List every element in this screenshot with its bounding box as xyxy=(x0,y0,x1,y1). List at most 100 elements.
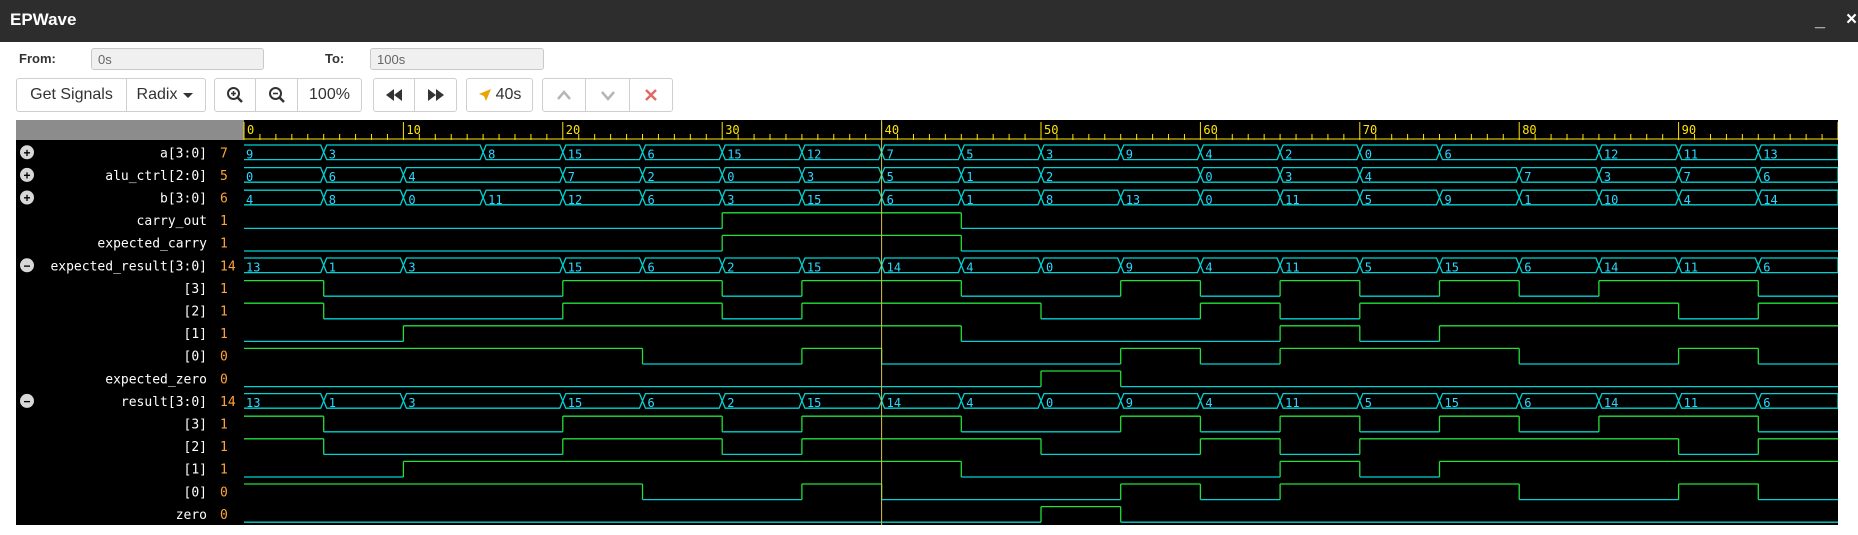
waveform-canvas[interactable]: 0 10 20 30 40 50 60 70 80 90+ a[3:0] 7 9 3 8 15 6 15 12 7 5 3… xyxy=(16,120,1838,525)
bus-value-label: 15 xyxy=(1445,396,1459,410)
signal-name: [3] xyxy=(184,282,207,297)
bus-value-label: 9 xyxy=(1445,193,1452,207)
bus-value-label: 15 xyxy=(568,396,582,410)
bus-value-label: 12 xyxy=(568,193,582,207)
bus-value-label: 0 xyxy=(1205,193,1212,207)
bus-segment xyxy=(1438,144,1600,161)
signal-value: 0 xyxy=(220,350,228,365)
bus-value-label: 1 xyxy=(329,261,336,275)
bus-value-label: 4 xyxy=(1205,148,1212,162)
bus-value-label: 12 xyxy=(807,148,821,162)
bus-value-label: 1 xyxy=(1524,193,1531,207)
radix-button[interactable]: Radix xyxy=(127,78,206,112)
bus-value-label: 5 xyxy=(966,148,973,162)
bus-value-label: 8 xyxy=(329,193,336,207)
bus-value-label: 14 xyxy=(887,396,901,410)
get-signals-button[interactable]: Get Signals xyxy=(16,78,127,112)
bus-value-label: 6 xyxy=(648,261,655,275)
chevron-up-icon xyxy=(557,90,571,100)
expander-glyph: − xyxy=(23,394,30,408)
bus-value-label: 15 xyxy=(568,148,582,162)
signal-value: 0 xyxy=(220,485,228,500)
expander-glyph: + xyxy=(23,146,30,160)
previous-edge-button[interactable] xyxy=(373,78,415,112)
bus-value-label: 4 xyxy=(1365,170,1372,184)
bus-value-label: 11 xyxy=(1684,396,1698,410)
bus-value-label: 11 xyxy=(1285,396,1299,410)
bus-value-label: 6 xyxy=(887,193,894,207)
signal-order-button-group xyxy=(542,78,673,112)
bus-value-label: 5 xyxy=(1365,396,1372,410)
signal-name: [3] xyxy=(184,418,207,433)
signal-value: 0 xyxy=(220,372,228,387)
signal-name: [0] xyxy=(184,350,207,365)
bus-value-label: 11 xyxy=(1285,261,1299,275)
bus-value-label: 13 xyxy=(246,261,260,275)
fast-backward-icon xyxy=(386,89,402,101)
signal-value: 1 xyxy=(220,463,228,478)
bus-value-label: 12 xyxy=(1604,148,1618,162)
bus-value-label: 6 xyxy=(1763,396,1770,410)
bus-value-label: 15 xyxy=(807,261,821,275)
bus-value-label: 7 xyxy=(568,170,575,184)
zoom-out-button[interactable] xyxy=(256,78,298,112)
bus-value-label: 15 xyxy=(807,396,821,410)
to-input[interactable]: 100s xyxy=(370,48,544,70)
remove-signal-button[interactable] xyxy=(630,78,673,112)
signal-name: [0] xyxy=(184,485,207,500)
move-down-button[interactable] xyxy=(586,78,630,112)
signals-button-group: Get Signals Radix xyxy=(16,78,206,112)
signal-name: expected_zero xyxy=(105,372,207,387)
bus-value-label: 4 xyxy=(1205,396,1212,410)
bus-value-label: 5 xyxy=(887,170,894,184)
bus-value-label: 7 xyxy=(887,148,894,162)
cursor-time-label: 40s xyxy=(495,86,522,103)
signal-value: 1 xyxy=(220,237,228,252)
window-title: EPWave xyxy=(10,10,77,29)
bus-segment xyxy=(244,144,325,161)
bus-segment xyxy=(402,257,564,274)
signal-value: 1 xyxy=(220,327,228,342)
cursor-button-group: 40s xyxy=(466,78,533,112)
signal-value: 14 xyxy=(220,395,236,410)
bus-segment xyxy=(1359,166,1520,183)
from-input[interactable]: 0s xyxy=(91,48,264,70)
timescale-label-40: 40 xyxy=(885,123,899,137)
bus-value-label: 15 xyxy=(568,261,582,275)
bus-value-label: 11 xyxy=(1684,148,1698,162)
close-icon[interactable]: × xyxy=(1846,9,1857,31)
signal-value: 0 xyxy=(220,508,228,523)
signal-name: [1] xyxy=(184,327,207,342)
bus-value-label: 2 xyxy=(1046,170,1053,184)
bus-segment xyxy=(323,144,484,161)
bus-value-label: 11 xyxy=(1684,261,1698,275)
bus-value-label: 6 xyxy=(1524,396,1531,410)
next-edge-button[interactable] xyxy=(415,78,457,112)
bus-value-label: 13 xyxy=(1126,193,1140,207)
bus-value-label: 10 xyxy=(1604,193,1618,207)
from-label: From: xyxy=(19,51,56,66)
signal-name: alu_ctrl[2:0] xyxy=(105,169,207,184)
minimize-icon[interactable]: _ xyxy=(1815,10,1825,31)
bus-value-label: 6 xyxy=(1763,261,1770,275)
zoom-level-button[interactable]: 100% xyxy=(298,78,362,112)
zoom-out-icon xyxy=(268,87,285,103)
bus-value-label: 11 xyxy=(1285,193,1299,207)
bus-value-label: 6 xyxy=(329,170,336,184)
bus-value-label: 3 xyxy=(408,261,415,275)
expander-glyph: + xyxy=(23,191,30,205)
bus-value-label: 6 xyxy=(648,396,655,410)
bus-value-label: 13 xyxy=(246,396,260,410)
signal-name: result[3:0] xyxy=(121,395,207,410)
waveform-viewer[interactable]: 0 10 20 30 40 50 60 70 80 90 + a[3:0] 7 9 3 8 15 6 15 12 7 5 3… xyxy=(16,120,1838,525)
bus-value-label: 4 xyxy=(246,193,253,207)
signal-name: zero xyxy=(176,508,207,523)
bus-value-label: 14 xyxy=(1763,193,1777,207)
bus-value-label: 3 xyxy=(1604,170,1611,184)
bus-value-label: 15 xyxy=(727,148,741,162)
cursor-time-button[interactable]: 40s xyxy=(466,78,533,112)
zoom-in-button[interactable] xyxy=(214,78,256,112)
bus-value-label: 11 xyxy=(488,193,502,207)
signal-value: 1 xyxy=(220,440,228,455)
move-up-button[interactable] xyxy=(542,78,586,112)
